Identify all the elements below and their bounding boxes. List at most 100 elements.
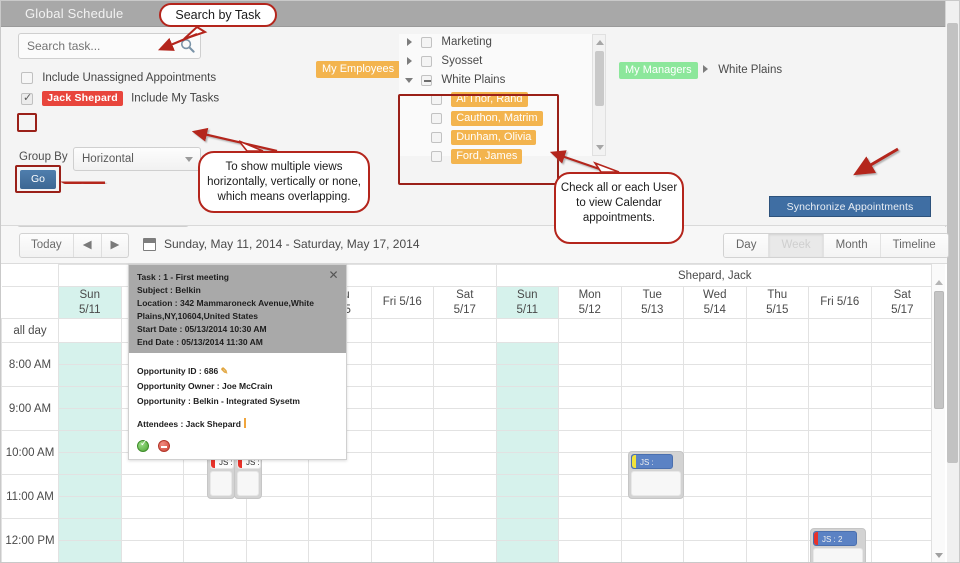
- day-header-tue-g2[interactable]: Tue 5/13: [620, 286, 685, 319]
- time-slot[interactable]: [433, 408, 497, 431]
- time-slot[interactable]: [433, 430, 497, 453]
- time-slot[interactable]: [308, 496, 372, 519]
- tree-checkbox[interactable]: [431, 150, 442, 162]
- time-slot[interactable]: [683, 496, 747, 519]
- time-slot[interactable]: [683, 430, 747, 453]
- include-unassigned-row[interactable]: Include Unassigned Appointments: [21, 72, 216, 84]
- appointment-chip[interactable]: JS :: [628, 451, 684, 499]
- scroll-down-icon[interactable]: [935, 553, 943, 558]
- time-slot[interactable]: [370, 386, 434, 409]
- time-slot[interactable]: [495, 518, 560, 541]
- time-slot[interactable]: [370, 408, 434, 431]
- prev-period-button[interactable]: ◀: [74, 234, 102, 257]
- time-slot[interactable]: [620, 408, 685, 431]
- time-slot[interactable]: [495, 474, 560, 497]
- time-slot[interactable]: [808, 496, 872, 519]
- scroll-down-icon[interactable]: [596, 145, 604, 150]
- view-tab-month[interactable]: Month: [823, 234, 881, 257]
- time-slot[interactable]: [495, 452, 560, 475]
- day-header-sat-g1[interactable]: Sat 5/17: [433, 286, 497, 319]
- time-slot[interactable]: [870, 430, 935, 453]
- tree-item-cauthon-matrim[interactable]: Cauthon, Matrim: [431, 111, 543, 130]
- time-slot[interactable]: [58, 386, 122, 409]
- next-period-button[interactable]: ▶: [102, 234, 129, 257]
- all-day-cell[interactable]: [745, 318, 810, 343]
- day-header-sun-g1[interactable]: Sun 5/11: [58, 286, 122, 319]
- view-tab-week[interactable]: Week: [769, 234, 824, 257]
- decline-icon[interactable]: [158, 439, 171, 452]
- expand-arrow-icon[interactable]: [701, 65, 710, 74]
- time-slot[interactable]: [308, 518, 372, 541]
- time-slot[interactable]: [370, 430, 434, 453]
- tree-checkbox[interactable]: [431, 131, 442, 143]
- time-slot[interactable]: [370, 474, 434, 497]
- day-header-fri-g2[interactable]: Fri 5/16: [808, 286, 872, 319]
- tree-node-syosset[interactable]: Syosset: [405, 55, 482, 73]
- time-slot[interactable]: [495, 386, 560, 409]
- time-slot[interactable]: [558, 452, 622, 475]
- time-slot[interactable]: [370, 452, 434, 475]
- go-button[interactable]: Go: [20, 170, 56, 189]
- calendar-scrollbar-thumb[interactable]: [934, 291, 944, 409]
- page-scrollbar[interactable]: [945, 1, 959, 562]
- all-day-cell[interactable]: [58, 318, 122, 343]
- time-slot[interactable]: [808, 430, 872, 453]
- day-header-fri-g1[interactable]: Fri 5/16: [370, 286, 434, 319]
- tree-item-dunham-olivia[interactable]: Dunham, Olivia: [431, 130, 537, 149]
- time-slot[interactable]: [308, 474, 372, 497]
- time-slot[interactable]: [183, 496, 247, 519]
- time-slot[interactable]: [495, 430, 560, 453]
- time-slot[interactable]: [558, 496, 622, 519]
- time-slot[interactable]: [370, 342, 434, 365]
- time-slot[interactable]: [558, 364, 622, 387]
- day-header-mon-g2[interactable]: Mon 5/12: [558, 286, 622, 319]
- time-slot[interactable]: [808, 386, 872, 409]
- tree-item-ford-james[interactable]: Ford, James: [431, 149, 523, 168]
- time-slot[interactable]: [370, 496, 434, 519]
- time-slot[interactable]: [745, 496, 810, 519]
- chevron-down-icon[interactable]: [185, 157, 193, 162]
- time-slot[interactable]: [620, 342, 685, 365]
- manager-node-white-plains[interactable]: White Plains: [701, 64, 782, 76]
- time-slot[interactable]: [370, 518, 434, 541]
- day-header-sat-g2[interactable]: Sat 5/17: [870, 286, 935, 319]
- all-day-cell[interactable]: [433, 318, 497, 343]
- time-slot[interactable]: [745, 540, 810, 562]
- time-slot[interactable]: [745, 430, 810, 453]
- time-slot[interactable]: [433, 342, 497, 365]
- appointment-inner[interactable]: JS : 2: [813, 531, 857, 546]
- time-slot[interactable]: [495, 342, 560, 365]
- time-slot[interactable]: [58, 342, 122, 365]
- appointment-inner[interactable]: JS :: [631, 454, 673, 469]
- tree-checkbox[interactable]: [421, 55, 433, 67]
- time-slot[interactable]: [870, 342, 935, 365]
- expand-arrow-icon[interactable]: [405, 37, 414, 47]
- time-slot[interactable]: [433, 518, 497, 541]
- time-slot[interactable]: [745, 518, 810, 541]
- close-icon[interactable]: ✕: [328, 269, 339, 281]
- tree-item-althor-rand[interactable]: Al'Thor, Rand: [431, 92, 528, 111]
- all-day-cell[interactable]: [683, 318, 747, 343]
- time-slot[interactable]: [58, 364, 122, 387]
- time-slot[interactable]: [745, 386, 810, 409]
- time-slot[interactable]: [620, 364, 685, 387]
- time-slot[interactable]: [870, 408, 935, 431]
- time-slot[interactable]: [433, 452, 497, 475]
- tree-scrollbar-thumb[interactable]: [595, 51, 604, 106]
- time-slot[interactable]: [58, 540, 122, 562]
- tree-checkbox[interactable]: [421, 36, 433, 48]
- group-by-select[interactable]: Horizontal: [73, 147, 201, 171]
- time-slot[interactable]: [58, 474, 122, 497]
- all-day-cell[interactable]: [808, 318, 872, 343]
- day-header-wed-g2[interactable]: Wed 5/14: [683, 286, 747, 319]
- all-day-cell[interactable]: [558, 318, 622, 343]
- time-slot[interactable]: [558, 540, 622, 562]
- time-slot[interactable]: [620, 430, 685, 453]
- collapse-arrow-icon[interactable]: [405, 76, 414, 85]
- tree-checkbox[interactable]: [431, 93, 442, 105]
- time-slot[interactable]: [495, 364, 560, 387]
- time-slot[interactable]: [558, 342, 622, 365]
- time-slot[interactable]: [370, 540, 434, 562]
- scroll-up-icon[interactable]: [935, 280, 943, 285]
- time-slot[interactable]: [620, 496, 685, 519]
